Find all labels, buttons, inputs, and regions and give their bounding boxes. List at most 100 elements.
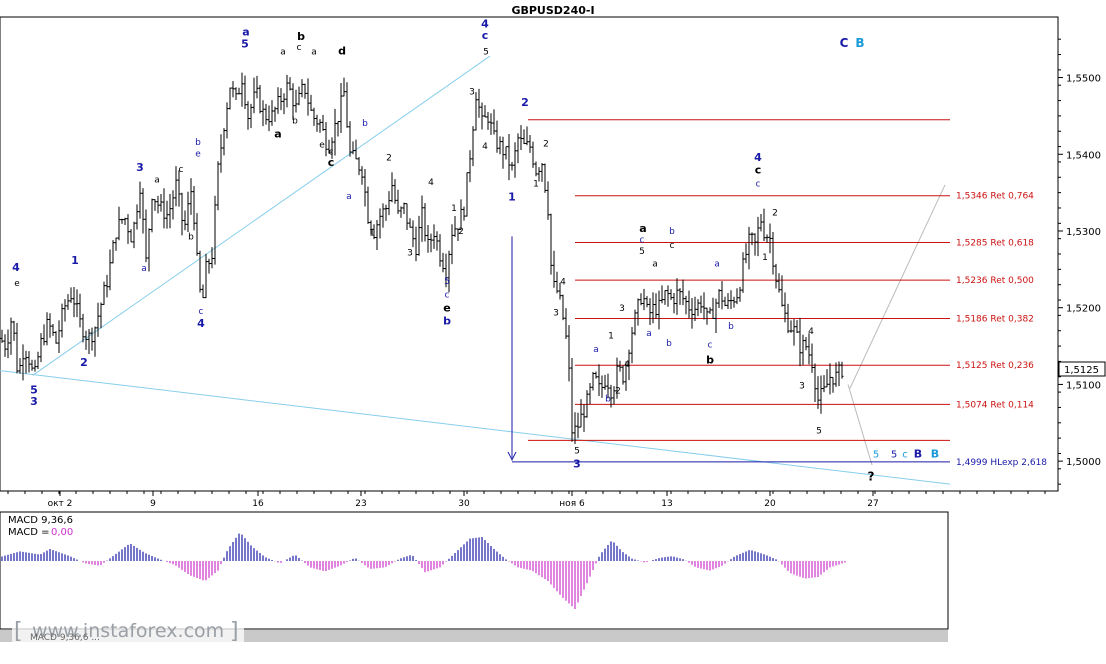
x-tick-label: 27 bbox=[867, 499, 878, 509]
x-tick-label: окт 2 bbox=[48, 499, 73, 509]
wave-label: 5 bbox=[241, 38, 249, 51]
wave-label: 5 bbox=[873, 449, 879, 460]
wave-label: B bbox=[855, 36, 864, 50]
wave-label: 1 bbox=[533, 179, 539, 189]
wave-label: 5 bbox=[444, 277, 450, 287]
wave-label: b bbox=[188, 232, 194, 242]
wave-label: C bbox=[840, 36, 849, 50]
wave-label: c bbox=[640, 235, 645, 245]
wave-label: 4 bbox=[482, 142, 488, 152]
wave-label: c bbox=[670, 241, 675, 251]
wave-label: a bbox=[593, 345, 599, 355]
wave-label: 2 bbox=[386, 153, 392, 163]
wave-label: 3 bbox=[573, 457, 581, 470]
wave-label: 3 bbox=[469, 87, 475, 97]
wave-label: 2 bbox=[772, 209, 778, 219]
wave-label: a bbox=[141, 264, 147, 274]
wave-label: 5 bbox=[483, 48, 489, 58]
wave-label: c bbox=[199, 307, 204, 317]
wave-label: 5 bbox=[639, 247, 645, 257]
wave-label: 5 bbox=[891, 449, 897, 460]
wave-label: b bbox=[666, 339, 672, 349]
wave-label: c bbox=[902, 449, 908, 460]
wave-label: b bbox=[297, 30, 305, 43]
wave-label: 5 bbox=[816, 427, 822, 437]
wave-label: b bbox=[195, 138, 201, 148]
wave-label: 2 bbox=[521, 96, 529, 109]
wave-label: c bbox=[179, 165, 184, 175]
wave-label: b bbox=[443, 315, 451, 328]
wave-label: 1 bbox=[369, 229, 375, 239]
y-tick-label: 1,5300 bbox=[1066, 227, 1101, 238]
macd-label: MACD 9,36,6 bbox=[8, 515, 73, 526]
wave-label: 3 bbox=[799, 381, 805, 391]
wave-label: c bbox=[328, 156, 335, 169]
wave-label: e bbox=[195, 150, 201, 160]
x-tick-label: 16 bbox=[252, 499, 264, 509]
current-price-label: 1,5125 bbox=[1064, 365, 1099, 376]
y-tick-label: 1,5100 bbox=[1066, 380, 1101, 391]
fib-level-label: 1,5074 Ret 0,114 bbox=[956, 400, 1034, 410]
wave-label: 4 bbox=[808, 327, 814, 337]
wave-label: 1 bbox=[508, 190, 516, 203]
wave-label: c bbox=[445, 291, 450, 301]
wave-label: c bbox=[755, 163, 762, 176]
wave-label: a bbox=[646, 329, 652, 339]
wave-label: 4 bbox=[560, 278, 566, 288]
wave-label: c bbox=[482, 29, 489, 42]
wave-label: e bbox=[14, 279, 20, 289]
wave-label: 1 bbox=[762, 253, 768, 263]
hl-level-label: 1,4999 HLexp 2,618 bbox=[956, 458, 1047, 468]
x-tick-label: 23 bbox=[355, 499, 366, 509]
wave-label: d bbox=[338, 45, 346, 58]
chart-title: GBPUSD240-I bbox=[511, 4, 594, 17]
wave-label: 2 bbox=[458, 227, 464, 237]
wave-label: 2 bbox=[80, 356, 88, 369]
wave-label: 4 bbox=[12, 261, 20, 274]
x-tick-label: ноя 6 bbox=[559, 499, 585, 509]
bottom-strip-label: MACD 9,36,6 ... bbox=[30, 633, 100, 643]
y-tick-label: 1,5400 bbox=[1066, 150, 1101, 161]
forex-chart: GBPUSD240-I 1,5346 Ret 0,764 1,5285 Ret 0… bbox=[0, 0, 1106, 660]
x-tick-label: 20 bbox=[764, 499, 776, 509]
x-tick-label: 9 bbox=[150, 499, 156, 509]
macd-value: 0,00 bbox=[51, 527, 73, 538]
wave-label: B bbox=[931, 447, 939, 460]
x-tick-label: 13 bbox=[661, 499, 672, 509]
wave-label: 2 bbox=[615, 387, 621, 397]
wave-label: b bbox=[706, 354, 714, 367]
wave-label: a bbox=[652, 259, 658, 269]
wave-label: a bbox=[154, 176, 160, 186]
wave-label: 3 bbox=[619, 304, 625, 314]
macd-value-prefix: MACD = bbox=[8, 527, 50, 538]
wave-label: e bbox=[319, 140, 325, 150]
wave-label: a bbox=[274, 127, 281, 140]
wave-label: 2 bbox=[543, 140, 549, 150]
wave-label: 4 bbox=[624, 360, 630, 370]
wave-label: 1 bbox=[71, 254, 79, 267]
fib-level-label: 1,5236 Ret 0,500 bbox=[956, 276, 1034, 286]
wave-label: b bbox=[669, 227, 675, 237]
wave-label: c bbox=[708, 341, 713, 351]
watermark-right-bracket: ] bbox=[230, 619, 239, 644]
wave-label: a bbox=[639, 222, 646, 235]
wave-label: a bbox=[346, 192, 352, 202]
wave-label: b bbox=[605, 394, 611, 404]
wave-label: c bbox=[297, 43, 302, 53]
y-tick-label: 1,5000 bbox=[1066, 457, 1101, 468]
wave-label: 1 bbox=[608, 331, 614, 341]
wave-label: ? bbox=[868, 469, 875, 483]
wave-label: a bbox=[280, 48, 286, 58]
wave-label: 4 bbox=[428, 178, 434, 188]
wave-label: a bbox=[311, 48, 317, 58]
wave-label: 3 bbox=[553, 308, 559, 318]
x-tick-label: 30 bbox=[458, 499, 470, 509]
y-tick-label: 1,5200 bbox=[1066, 304, 1101, 315]
wave-label: 4 bbox=[197, 317, 205, 330]
wave-label: 3 bbox=[407, 249, 413, 259]
wave-label: B bbox=[914, 447, 922, 460]
fib-level-label: 1,5346 Ret 0,764 bbox=[956, 192, 1034, 202]
wave-label: 3 bbox=[30, 395, 38, 408]
fib-level-label: 1,5125 Ret 0,236 bbox=[956, 361, 1034, 371]
wave-label: b bbox=[292, 117, 298, 127]
